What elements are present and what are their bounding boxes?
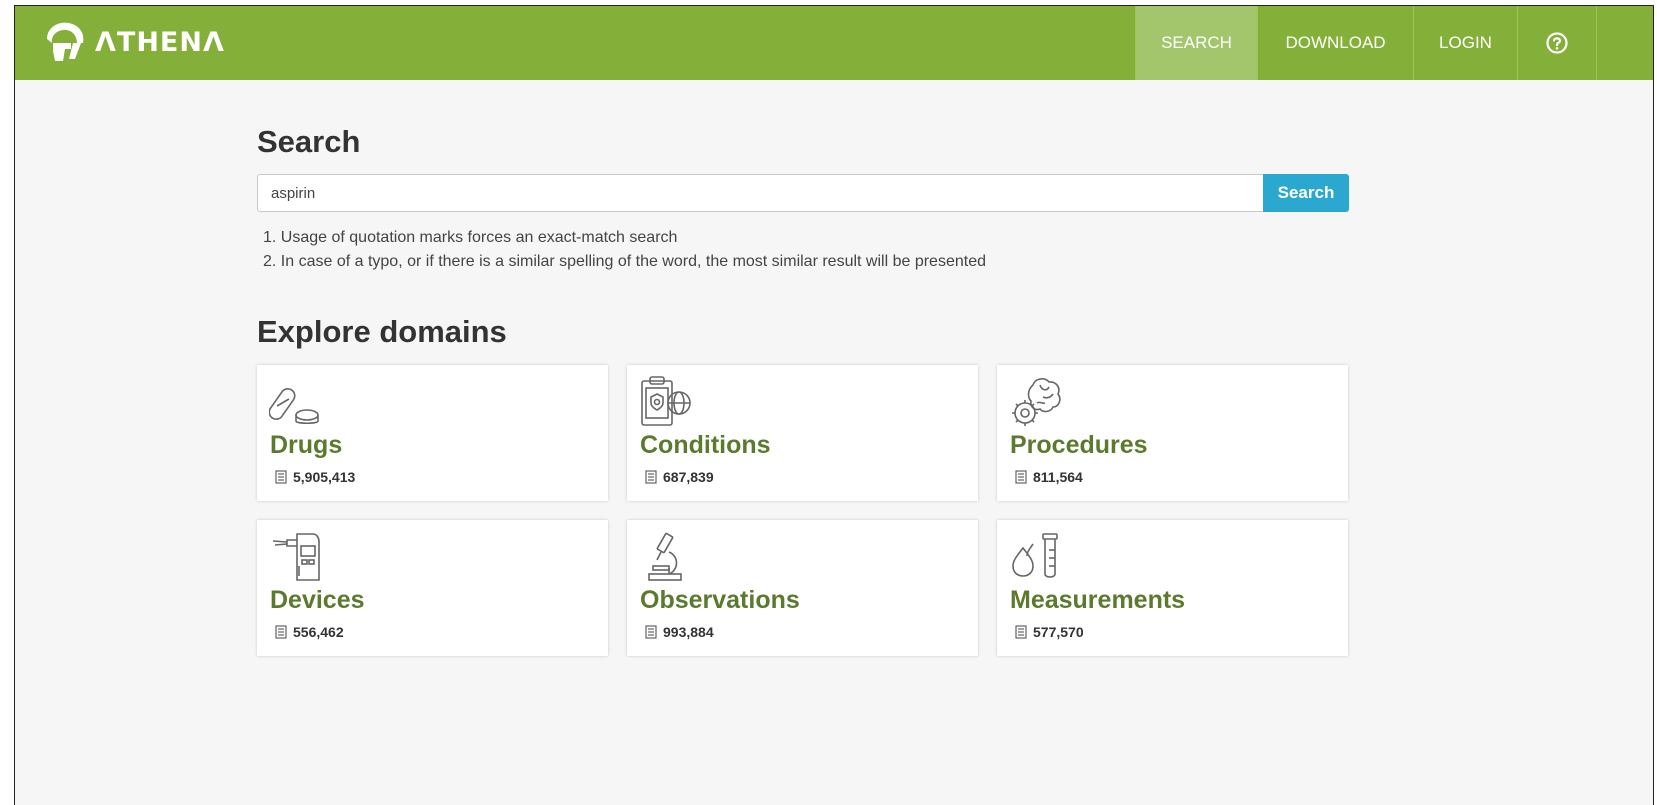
document-icon: [275, 625, 287, 639]
search-input[interactable]: [257, 174, 1263, 212]
search-heading: Search: [257, 124, 361, 159]
nav-search[interactable]: SEARCH: [1135, 6, 1257, 80]
domain-count-value: 687,839: [663, 469, 714, 485]
nav-search-label: SEARCH: [1161, 33, 1232, 52]
document-icon: [1015, 625, 1027, 639]
document-icon: [1015, 470, 1027, 484]
helmet-icon: [47, 22, 84, 61]
domain-count: 5,905,413: [275, 469, 355, 485]
domain-card-drugs[interactable]: Drugs 5,905,413: [257, 365, 608, 501]
clipboard-globe-icon: [641, 376, 691, 426]
test-tube-icon: [1012, 533, 1058, 578]
help-icon: [1546, 32, 1568, 54]
search-hints: 1. Usage of quotation marks forces an ex…: [263, 226, 986, 274]
domain-name: Drugs: [270, 431, 343, 459]
document-icon: [645, 625, 657, 639]
search-bar: Search: [257, 174, 1349, 212]
nav-help[interactable]: [1517, 6, 1597, 80]
domain-card-procedures[interactable]: Procedures 811,564: [997, 365, 1348, 501]
microscope-icon: [648, 532, 682, 581]
domain-name: Observations: [640, 586, 800, 614]
domain-card-measurements[interactable]: Measurements 577,570: [997, 520, 1348, 656]
explore-heading: Explore domains: [257, 314, 507, 349]
top-navbar: ΛTHENΛ SEARCH DOWNLOAD LOGIN: [15, 6, 1653, 80]
domain-card-devices[interactable]: Devices 556,462: [257, 520, 608, 656]
domain-card-conditions[interactable]: Conditions 687,839: [627, 365, 978, 501]
nav-login-label: LOGIN: [1439, 33, 1492, 52]
domain-count: 993,884: [645, 624, 714, 640]
document-icon: [275, 470, 287, 484]
domain-name: Procedures: [1010, 431, 1148, 459]
domain-name: Conditions: [640, 431, 771, 459]
brand-logo[interactable]: ΛTHENΛ: [41, 16, 225, 68]
domain-count: 556,462: [275, 624, 344, 640]
nav-download-label: DOWNLOAD: [1285, 33, 1386, 52]
app-window: ΛTHENΛ SEARCH DOWNLOAD LOGIN Search aspi…: [14, 5, 1654, 805]
domain-count-value: 577,570: [1033, 624, 1084, 640]
document-icon: [645, 470, 657, 484]
domain-name: Measurements: [1010, 586, 1186, 614]
domain-name: Devices: [270, 586, 365, 614]
domain-count-value: 811,564: [1033, 469, 1083, 485]
domain-count: 687,839: [645, 469, 714, 485]
domain-count-value: 5,905,413: [293, 469, 356, 485]
device-icon: [272, 533, 320, 581]
search-button[interactable]: Search: [1263, 174, 1349, 212]
brand-name: ΛTHENΛ: [95, 26, 225, 58]
nav-download[interactable]: DOWNLOAD: [1257, 6, 1413, 80]
main-nav: SEARCH DOWNLOAD LOGIN: [1135, 6, 1597, 80]
pill-icon: [269, 388, 319, 425]
domain-count: 811,564: [1015, 469, 1083, 485]
hint-typo: 2. In case of a typo, or if there is a s…: [263, 253, 986, 270]
nav-login[interactable]: LOGIN: [1413, 6, 1517, 80]
hint-exact-match: 1. Usage of quotation marks forces an ex…: [263, 229, 678, 246]
domain-count-value: 556,462: [293, 624, 344, 640]
brain-gear-icon: [1012, 378, 1061, 426]
domain-count-value: 993,884: [663, 624, 714, 640]
domain-card-observations[interactable]: Observations 993,884: [627, 520, 978, 656]
domain-count: 577,570: [1015, 624, 1084, 640]
